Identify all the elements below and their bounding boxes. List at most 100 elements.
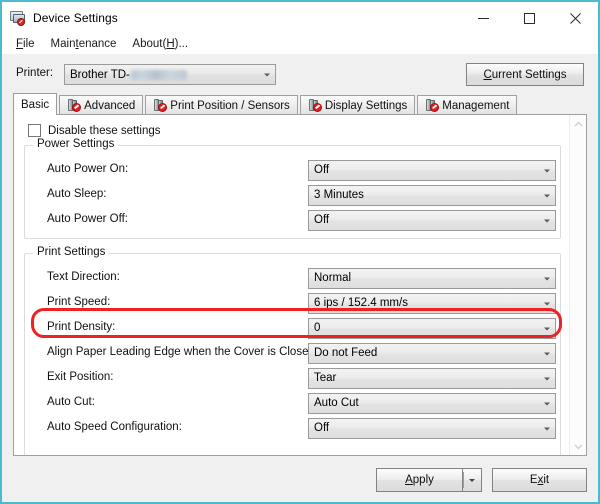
auto-sleep-combo[interactable]: 3 Minutes [308, 185, 556, 206]
print-settings-group-title: Print Settings [33, 246, 109, 258]
apply-button[interactable]: Apply [376, 468, 462, 492]
chevron-down-icon [469, 479, 475, 482]
exit-position-combo[interactable]: Tear [308, 368, 556, 389]
client-area: Printer: Brother TD- Current Settings Ba… [2, 54, 598, 502]
auto-power-on-row: Auto Power On: Off [25, 160, 560, 181]
close-button[interactable] [552, 2, 598, 34]
settings-panel: Disable these settings Power Settings Au… [13, 114, 587, 456]
restricted-tool-icon [308, 99, 322, 113]
exit-position-label: Exit Position: [47, 371, 113, 383]
menu-bar: File Maintenance About(H)... [2, 34, 598, 54]
printer-combo[interactable]: Brother TD- [64, 64, 276, 85]
disable-these-settings-checkbox[interactable] [28, 124, 41, 137]
printer-model-text: Brother TD- [70, 69, 130, 81]
exit-button[interactable]: Exit [492, 468, 587, 492]
disable-these-settings-row[interactable]: Disable these settings [28, 124, 161, 137]
tab-print-position-sensors[interactable]: Print Position / Sensors [145, 95, 298, 115]
window-title: Device Settings [33, 11, 118, 25]
chevron-down-icon [544, 377, 550, 380]
auto-power-on-combo[interactable]: Off [308, 160, 556, 181]
power-settings-group-title: Power Settings [33, 138, 118, 150]
auto-power-off-combo[interactable]: Off [308, 210, 556, 231]
settings-panel-content: Disable these settings Power Settings Au… [14, 115, 569, 455]
tab-advanced[interactable]: Advanced [59, 95, 143, 115]
chevron-down-icon [544, 219, 550, 222]
chevron-down-icon[interactable] [570, 438, 587, 455]
tab-display-settings-label: Display Settings [325, 100, 407, 112]
disable-these-settings-label: Disable these settings [48, 125, 161, 137]
auto-speed-configuration-value: Off [314, 422, 329, 434]
text-direction-value: Normal [314, 272, 351, 284]
auto-power-on-value: Off [314, 164, 329, 176]
printer-label: Printer: [16, 67, 53, 79]
print-density-combo[interactable]: 0 [308, 318, 556, 339]
apply-dropdown-button[interactable] [462, 468, 482, 492]
tab-strip: Basic Advanced Print Position / Sensors … [13, 93, 587, 115]
auto-sleep-row: Auto Sleep: 3 Minutes [25, 185, 560, 206]
chevron-down-icon [544, 169, 550, 172]
minimize-button[interactable] [460, 2, 506, 34]
tab-basic-label: Basic [21, 99, 49, 111]
chevron-down-icon [544, 402, 550, 405]
apply-split-button: Apply [376, 468, 482, 492]
chevron-down-icon [544, 427, 550, 430]
tab-basic[interactable]: Basic [13, 93, 57, 115]
auto-cut-value: Auto Cut [314, 397, 359, 409]
printer-model-redacted [131, 70, 187, 80]
vertical-scrollbar[interactable] [569, 115, 586, 455]
tab-management-label: Management [442, 100, 509, 112]
tab-display-settings[interactable]: Display Settings [300, 95, 415, 115]
printer-row: Printer: Brother TD- Current Settings [16, 64, 584, 86]
chevron-down-icon [544, 194, 550, 197]
auto-power-on-label: Auto Power On: [47, 163, 128, 175]
align-paper-leading-edge-row: Align Paper Leading Edge when the Cover … [25, 343, 560, 364]
print-density-value: 0 [314, 322, 320, 334]
chevron-down-icon [544, 352, 550, 355]
align-paper-leading-edge-value: Do not Feed [314, 347, 377, 359]
window-controls [460, 2, 598, 34]
menu-maintenance[interactable]: Maintenance [43, 36, 125, 52]
auto-sleep-value: 3 Minutes [314, 189, 364, 201]
chevron-down-icon [544, 302, 550, 305]
current-settings-button[interactable]: Current Settings [466, 63, 584, 86]
print-speed-row: Print Speed: 6 ips / 152.4 mm/s [25, 293, 560, 314]
print-density-label: Print Density: [47, 321, 115, 333]
menu-about[interactable]: About(H)... [124, 36, 196, 52]
print-settings-group: Print Settings Text Direction: Normal Pr… [24, 253, 561, 455]
print-speed-value: 6 ips / 152.4 mm/s [314, 297, 408, 309]
menu-file-label-rest: ile [23, 38, 35, 50]
menu-file[interactable]: File [8, 36, 43, 52]
tab-management[interactable]: Management [417, 95, 517, 115]
auto-speed-configuration-row: Auto Speed Configuration: Off [25, 418, 560, 439]
footer-buttons: Apply Exit [376, 468, 587, 492]
auto-speed-configuration-combo[interactable]: Off [308, 418, 556, 439]
chevron-down-icon [544, 327, 550, 330]
power-settings-group: Power Settings Auto Power On: Off Auto S… [24, 145, 561, 239]
auto-power-off-value: Off [314, 214, 329, 226]
align-paper-leading-edge-combo[interactable]: Do not Feed [308, 343, 556, 364]
align-paper-leading-edge-label: Align Paper Leading Edge when the Cover … [47, 346, 318, 358]
restricted-tool-icon [67, 99, 81, 113]
restricted-tool-icon [153, 99, 167, 113]
maximize-button[interactable] [506, 2, 552, 34]
auto-cut-combo[interactable]: Auto Cut [308, 393, 556, 414]
auto-sleep-label: Auto Sleep: [47, 188, 106, 200]
auto-power-off-row: Auto Power Off: Off [25, 210, 560, 231]
print-speed-combo[interactable]: 6 ips / 152.4 mm/s [308, 293, 556, 314]
print-speed-label: Print Speed: [47, 296, 110, 308]
chevron-down-icon [264, 73, 270, 76]
device-settings-window: Device Settings File Maintenance About(H… [0, 0, 600, 504]
auto-cut-label: Auto Cut: [47, 396, 95, 408]
exit-position-row: Exit Position: Tear [25, 368, 560, 389]
tab-print-position-sensors-label: Print Position / Sensors [170, 100, 290, 112]
auto-speed-configuration-label: Auto Speed Configuration: [47, 421, 182, 433]
tab-advanced-label: Advanced [84, 100, 135, 112]
exit-position-value: Tear [314, 372, 336, 384]
device-settings-icon [10, 10, 26, 26]
auto-power-off-label: Auto Power Off: [47, 213, 128, 225]
restricted-tool-icon [425, 99, 439, 113]
title-bar: Device Settings [2, 2, 598, 34]
text-direction-combo[interactable]: Normal [308, 268, 556, 289]
chevron-up-icon[interactable] [570, 115, 587, 132]
text-direction-label: Text Direction: [47, 271, 120, 283]
